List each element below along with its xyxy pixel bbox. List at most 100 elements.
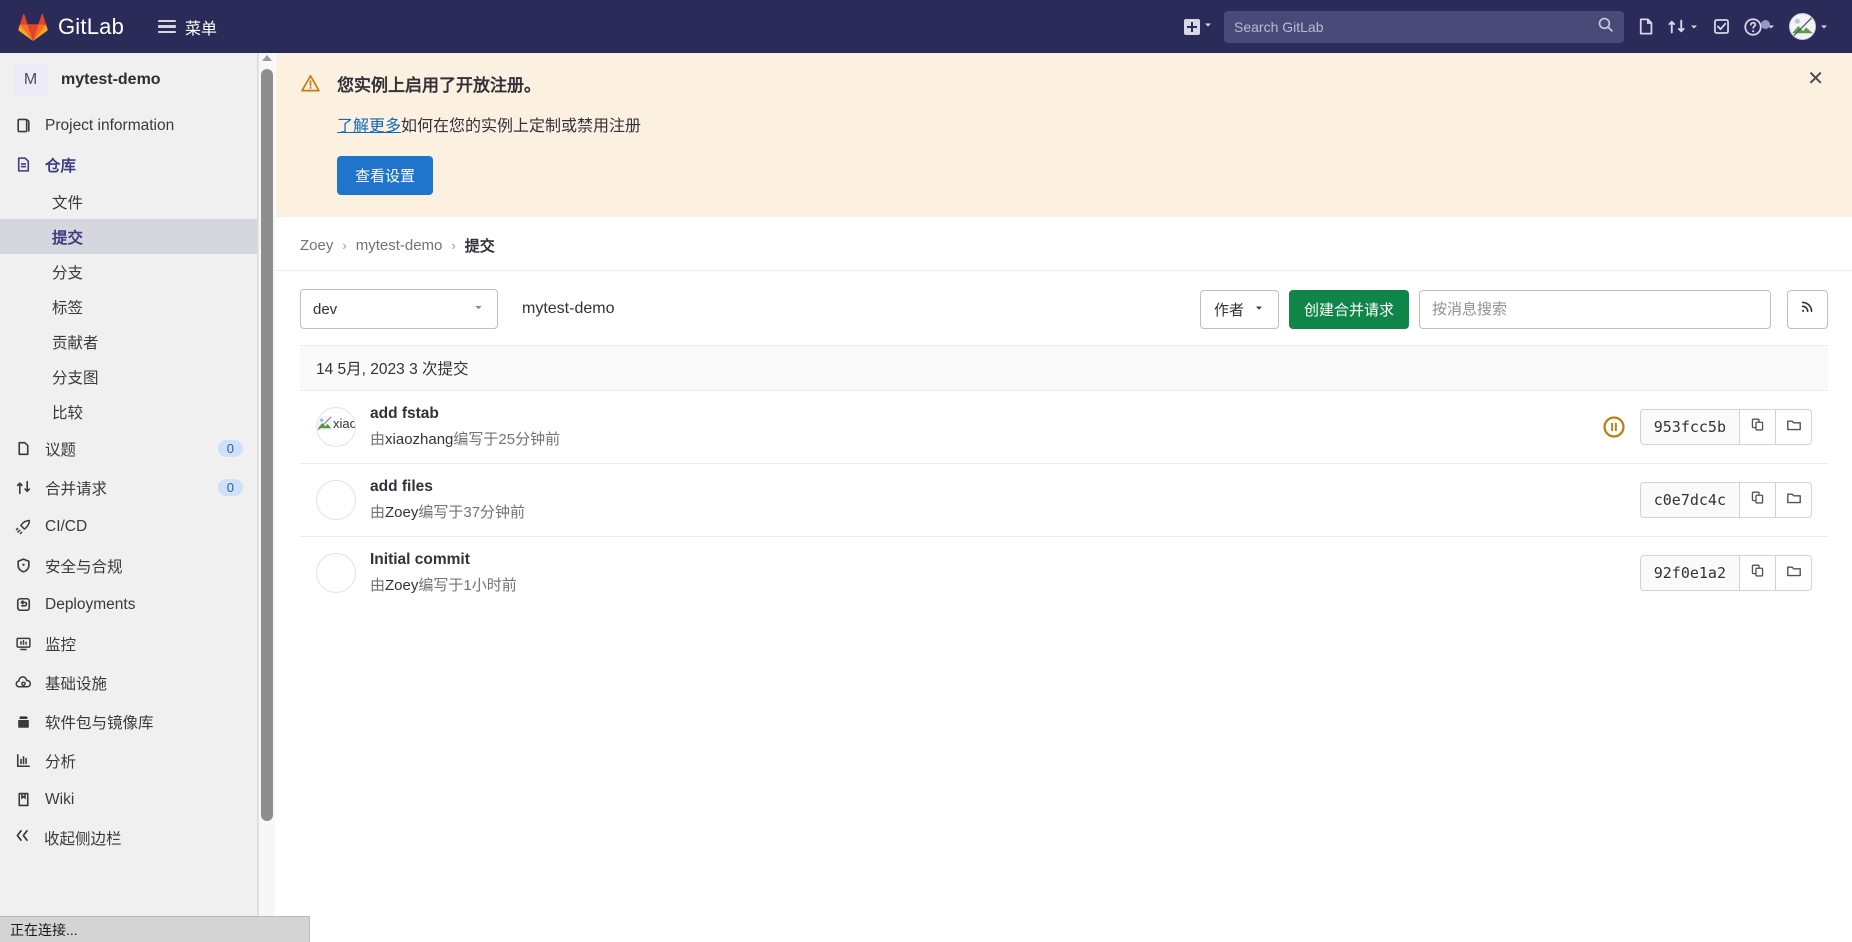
commit-sha[interactable]: 953fcc5b (1639, 409, 1740, 445)
create-merge-request-button[interactable]: 创建合并请求 (1288, 289, 1409, 329)
sidebar-item-label: Project information (45, 116, 175, 134)
commit-title[interactable]: add files (370, 478, 1626, 496)
author-filter-label: 作者 (1213, 301, 1244, 319)
avatar[interactable]: xiao (316, 407, 356, 447)
sidebar-item-label: 分支图 (52, 369, 99, 387)
sidebar-item-label: 提交 (52, 229, 84, 247)
branch-selector-dropdown[interactable]: dev (300, 289, 498, 329)
breadcrumb-item-group[interactable]: Zoey (300, 237, 333, 254)
search-icon (1597, 16, 1614, 38)
avatar (1789, 13, 1816, 40)
plus-square-icon (1184, 18, 1200, 35)
sidebar-item-contributors[interactable]: 贡献者 (0, 324, 257, 359)
search-placeholder-text: Search GitLab (1234, 18, 1324, 35)
breadcrumb-item-project[interactable]: mytest-demo (356, 237, 443, 254)
sidebar-item-graph[interactable]: 分支图 (0, 359, 257, 394)
browse-files-button[interactable] (1776, 555, 1812, 591)
monitor-icon (14, 635, 32, 653)
sidebar-item-commits[interactable]: 提交 (0, 219, 257, 254)
issues-icon (1636, 17, 1655, 36)
commit-title[interactable]: Initial commit (370, 551, 1626, 569)
sidebar-scrollbar[interactable] (258, 53, 275, 942)
sidebar-item-cicd[interactable]: CI/CD (0, 507, 257, 546)
rss-feed-button[interactable] (1787, 289, 1828, 329)
todos-nav-button[interactable] (1706, 11, 1737, 42)
user-menu-button[interactable] (1783, 7, 1836, 46)
help-notification-dot (1761, 19, 1770, 29)
commit-author[interactable]: xiaozhang (385, 431, 453, 448)
broken-image-icon: xiao (317, 416, 355, 431)
help-question-icon (1743, 17, 1763, 37)
gitlab-home-link[interactable]: GitLab (18, 13, 124, 41)
sidebar-item-wiki[interactable]: Wiki (0, 780, 257, 819)
pipeline-pending-icon[interactable] (1602, 415, 1626, 439)
sidebar-item-analytics[interactable]: 分析 (0, 741, 257, 780)
alert-title: 您实例上启用了开放注册。 (337, 76, 541, 95)
merge-requests-nav-button[interactable] (1661, 11, 1706, 42)
sidebar-item-files[interactable]: 文件 (0, 184, 257, 219)
sidebar-item-packages[interactable]: 软件包与镜像库 (0, 702, 257, 741)
sidebar-item-label: 基础设施 (45, 675, 108, 693)
scroll-up-arrow-icon[interactable] (262, 55, 272, 61)
sidebar-item-repository[interactable]: 仓库 (0, 145, 257, 184)
learn-more-link[interactable]: 了解更多 (337, 118, 401, 135)
status-text: 正在连接... (10, 921, 78, 938)
new-item-dropdown[interactable] (1184, 18, 1214, 36)
view-settings-button[interactable]: 查看设置 (337, 156, 434, 195)
commit-author[interactable]: Zoey (385, 504, 418, 521)
sidebar-item-branches[interactable]: 分支 (0, 254, 257, 289)
global-search-box[interactable]: Search GitLab (1224, 10, 1624, 43)
sidebar-item-project-information[interactable]: Project information (0, 106, 257, 145)
sidebar-item-tags[interactable]: 标签 (0, 289, 257, 324)
collapse-sidebar-button[interactable]: 收起侧边栏 (0, 819, 257, 857)
author-filter-dropdown[interactable]: 作者 (1199, 289, 1279, 329)
rss-feed-icon (1799, 298, 1816, 320)
commit-author[interactable]: Zoey (385, 577, 418, 594)
sidebar-item-label: 分支 (52, 264, 84, 282)
hamburger-icon (158, 19, 177, 34)
commit-sha[interactable]: c0e7dc4c (1639, 482, 1740, 518)
commits-list: 14 5月, 2023 3 次提交 xiao add fstab 由xiaozh… (300, 345, 1828, 609)
sidebar-item-issues[interactable]: 议题 0 (0, 429, 257, 468)
sidebar-project-header[interactable]: M mytest-demo (0, 53, 257, 106)
table-row: xiao add fstab 由xiaozhang编写于25分钟前 953fcc… (300, 391, 1828, 464)
commits-date-header: 14 5月, 2023 3 次提交 (300, 345, 1828, 391)
sidebar-item-compare[interactable]: 比较 (0, 394, 257, 429)
repository-path-label: mytest-demo (522, 300, 615, 317)
sidebar-item-merge-requests[interactable]: 合并请求 0 (0, 468, 257, 507)
issues-nav-button[interactable] (1630, 11, 1661, 42)
breadcrumb: Zoey › mytest-demo › 提交 (276, 217, 1852, 271)
deployments-icon (14, 596, 32, 614)
commit-sha-group: 953fcc5b (1639, 409, 1812, 445)
sidebar-item-deployments[interactable]: Deployments (0, 585, 257, 624)
sidebar-item-label: 软件包与镜像库 (45, 714, 154, 732)
menu-label: 菜单 (185, 20, 218, 38)
avatar[interactable] (316, 553, 356, 593)
merge-requests-count-badge: 0 (217, 479, 243, 496)
avatar[interactable] (316, 480, 356, 520)
sidebar-item-label: 安全与合规 (45, 558, 123, 576)
copy-sha-button[interactable] (1740, 555, 1776, 591)
sidebar-item-infrastructure[interactable]: 基础设施 (0, 663, 257, 702)
commit-sha-group: c0e7dc4c (1639, 482, 1812, 518)
sidebar-item-security[interactable]: 安全与合规 (0, 546, 257, 585)
browse-files-button[interactable] (1776, 409, 1812, 445)
close-icon[interactable]: ✕ (1807, 69, 1824, 89)
sidebar-item-monitor[interactable]: 监控 (0, 624, 257, 663)
main-menu-button[interactable]: 菜单 (152, 11, 223, 43)
browse-files-folder-icon (1786, 490, 1802, 511)
commit-meta-prefix: 由 (370, 504, 386, 521)
commit-meta: 由Zoey编写于1小时前 (370, 574, 1626, 595)
help-nav-button[interactable] (1737, 11, 1783, 43)
commit-sha[interactable]: 92f0e1a2 (1639, 555, 1740, 591)
browse-files-folder-icon (1786, 563, 1802, 584)
browse-files-button[interactable] (1776, 482, 1812, 518)
commit-meta-prefix: 由 (370, 577, 386, 594)
commit-meta: 由xiaozhang编写于25分钟前 (370, 428, 1588, 449)
commit-title[interactable]: add fstab (370, 405, 1588, 423)
scrollbar-thumb[interactable] (261, 69, 273, 821)
copy-sha-button[interactable] (1740, 409, 1776, 445)
search-by-message-input[interactable] (1419, 289, 1771, 329)
shield-icon (14, 557, 32, 575)
copy-sha-button[interactable] (1740, 482, 1776, 518)
